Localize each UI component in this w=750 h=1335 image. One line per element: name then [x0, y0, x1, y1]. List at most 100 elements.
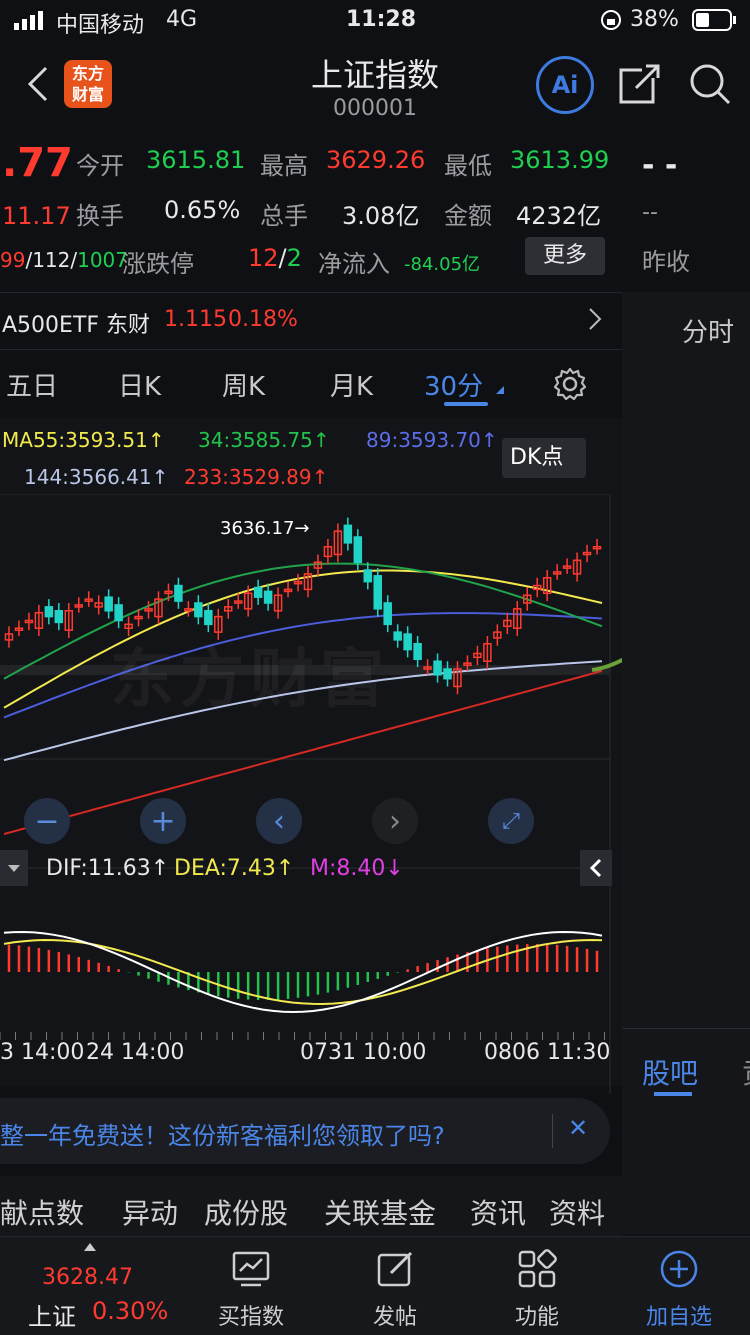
time-axis-label-1: 3 14:00 — [0, 1040, 85, 1065]
ma89-label: 89:3593.70↑ — [366, 428, 498, 452]
etf-row[interactable]: A500ETF 东财 1.115 0.18% — [0, 292, 622, 350]
search-icon[interactable] — [688, 62, 732, 110]
carrier-name: 中国移动 — [56, 13, 145, 38]
open-label: 今开 — [76, 152, 124, 180]
ai-button[interactable]: Ai — [536, 56, 594, 114]
bottom-subtabs: 贡献点数 异动 成份股 关联基金 资讯 资料 — [0, 1176, 622, 1236]
inflow-label: 净流入 — [318, 250, 390, 278]
ma233-label: 233:3529.89↑ — [184, 465, 329, 489]
turnover-label: 换手 — [76, 202, 124, 230]
tab-guba[interactable]: 股吧 — [642, 1052, 698, 1092]
divider — [552, 1114, 553, 1148]
edit-icon — [377, 1251, 413, 1287]
index-name: 上证 — [28, 1303, 76, 1331]
nav-post[interactable]: 发帖 — [352, 1249, 438, 1331]
clock: 11:28 — [346, 7, 417, 32]
close-icon[interactable]: ✕ — [568, 1114, 588, 1142]
fullscreen-button[interactable]: ⤢ — [488, 798, 534, 844]
app-header: 东方 财富 上证指数 000001 Ai — [0, 40, 750, 130]
low-label: 最低 — [444, 152, 492, 180]
candle-body — [204, 610, 213, 626]
zoom-in-button[interactable]: + — [140, 798, 186, 844]
share-icon[interactable] — [618, 62, 662, 110]
subtab-news[interactable]: 资讯 — [470, 1192, 526, 1232]
right-price-dash: - - — [642, 148, 678, 183]
ma34-label: 34:3585.75↑ — [198, 428, 330, 452]
candle-body — [114, 604, 123, 622]
watermark: 东方财富 — [110, 643, 390, 717]
candle-body — [393, 631, 402, 641]
tab-30min[interactable]: 30分 — [424, 366, 483, 403]
zoom-out-button[interactable]: − — [24, 798, 70, 844]
signal-icon — [14, 10, 48, 36]
dea-line — [3, 938, 603, 1006]
caret-up-icon — [84, 1243, 96, 1251]
volume-label: 总手 — [260, 202, 308, 230]
volume-value: 3.08亿 — [342, 202, 420, 230]
nav-add-watchlist[interactable]: 加自选 — [636, 1249, 722, 1331]
subtab-contribution[interactable]: 贡献点数 — [0, 1192, 84, 1232]
tab-week-k[interactable]: 周K — [222, 366, 265, 403]
nav-buy-index[interactable]: 买指数 — [208, 1249, 294, 1331]
candle-body — [104, 596, 113, 612]
candle-body — [433, 660, 442, 676]
network-type: 4G — [166, 7, 198, 32]
candle-body — [44, 606, 54, 618]
time-axis-label-3: 0731 10:00 — [300, 1040, 427, 1065]
right-change-dash: -- — [642, 200, 658, 225]
forecast-curve — [591, 657, 622, 672]
right-side-panel: 分时 股吧 贡 — [622, 292, 750, 1234]
price-change: 11.17 — [2, 202, 71, 230]
peak-label: 3636.17→ — [220, 518, 310, 539]
scroll-left-button[interactable]: ‹ — [256, 798, 302, 844]
high-value: 3629.26 — [326, 146, 426, 174]
m-label: M:8.40↓ — [310, 856, 404, 881]
chevron-right-icon — [588, 307, 602, 337]
tab-five-day[interactable]: 五日 — [6, 366, 58, 403]
subtab-constituents[interactable]: 成份股 — [204, 1192, 288, 1232]
dif-label: DIF:11.63↑ — [46, 856, 170, 881]
index-value: 3628.47 — [42, 1265, 133, 1290]
tab-partial[interactable]: 贡 — [742, 1052, 750, 1092]
chart-icon — [232, 1251, 270, 1287]
ma55-label: MA55:3593.51↑ — [2, 428, 165, 452]
collapse-button[interactable] — [580, 850, 612, 886]
nav-functions[interactable]: 功能 — [494, 1249, 580, 1331]
subtab-funds[interactable]: 关联基金 — [324, 1192, 436, 1232]
scroll-right-button[interactable]: › — [372, 798, 418, 844]
subtab-profile[interactable]: 资料 — [549, 1192, 605, 1232]
dea-label: DEA:7.43↑ — [174, 856, 295, 881]
candle-body — [363, 569, 373, 583]
apps-icon — [518, 1249, 557, 1288]
tab-day-k[interactable]: 日K — [118, 366, 161, 403]
candle-body — [413, 643, 422, 661]
open-value: 3615.81 — [146, 146, 246, 174]
limit-values: 12/2 — [248, 244, 302, 272]
more-button[interactable]: 更多 — [525, 237, 605, 275]
dk-point-button[interactable]: DK点 — [502, 438, 586, 478]
gear-icon[interactable] — [552, 366, 588, 409]
candle-body — [353, 536, 363, 563]
status-bar: 中国移动 4G 11:28 38% — [0, 0, 750, 40]
tab-fenshi[interactable]: 分时 — [682, 312, 734, 349]
advance-decline: 99/112/1007 — [0, 248, 129, 272]
tab-month-k[interactable]: 月K — [330, 366, 373, 403]
candle-body — [373, 575, 382, 610]
amount-value: 4232亿 — [516, 202, 602, 230]
index-percent: 0.30% — [92, 1297, 169, 1325]
battery-percent: 38% — [630, 7, 679, 32]
etf-price: 1.115 — [164, 307, 227, 332]
candle-body — [263, 590, 273, 604]
candle-body — [174, 584, 183, 602]
promo-text: 整一年免费送！这份新客福利您领取了吗? — [0, 1122, 445, 1150]
dropdown-corner-icon — [496, 386, 504, 394]
indicator-toggle[interactable] — [0, 850, 28, 886]
candle-body — [443, 668, 452, 680]
kline-chart-panel[interactable]: MA55:3593.51↑ 34:3585.75↑ 89:3593.70↑ 14… — [0, 418, 622, 1094]
subtab-movement[interactable]: 异动 — [122, 1192, 178, 1232]
prev-close-label: 昨收 — [642, 248, 690, 276]
candle-body — [403, 633, 412, 651]
promo-banner[interactable]: 整一年免费送！这份新客福利您领取了吗? ✕ — [0, 1098, 610, 1164]
candle-body — [54, 610, 64, 624]
ma144-label: 144:3566.41↑ — [24, 465, 169, 489]
